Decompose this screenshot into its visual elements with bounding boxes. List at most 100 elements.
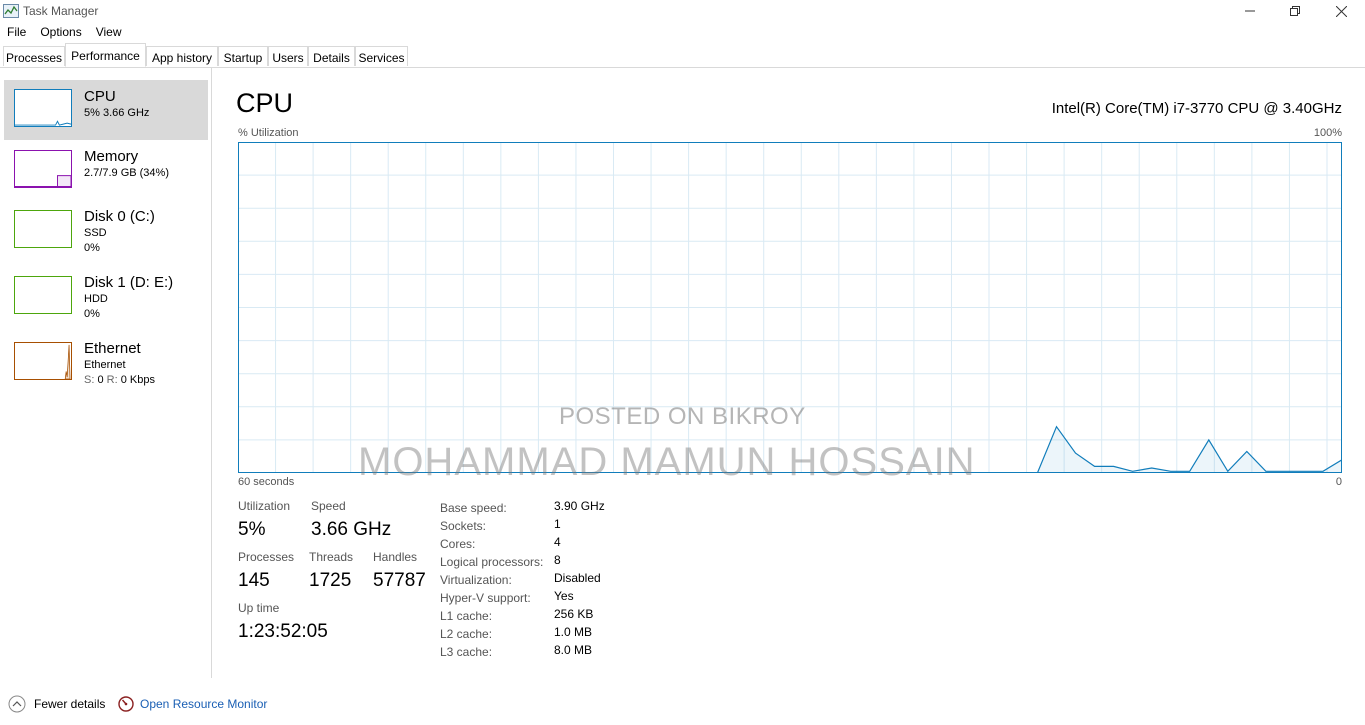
sidebar-item-disk1[interactable]: Disk 1 (D: E:) HDD 0% [4, 266, 208, 326]
window-title: Task Manager [23, 4, 99, 18]
sidebar-cpu-usage: 5% 3.66 GHz [84, 107, 150, 119]
task-manager-icon [3, 4, 19, 18]
sidebar-disk0-type: SSD [84, 227, 107, 239]
speed-label: Speed [311, 499, 346, 513]
y-axis-label: % Utilization [238, 127, 299, 139]
minimize-icon [1245, 10, 1255, 12]
resource-monitor-icon [118, 696, 134, 712]
close-button[interactable] [1318, 0, 1364, 22]
tab-details[interactable]: Details [308, 46, 355, 66]
cpu-model-name: Intel(R) Core(TM) i7-3770 CPU @ 3.40GHz [1051, 100, 1342, 117]
spec-value: 8.0 MB [554, 643, 593, 657]
spec-row: Hyper-V support: Yes [440, 589, 640, 607]
threads-value: 1725 [309, 570, 352, 591]
spec-label: Virtualization: [440, 573, 512, 587]
tab-users[interactable]: Users [268, 46, 308, 66]
minimize-button[interactable] [1227, 0, 1273, 22]
spec-row: Cores: 4 [440, 535, 640, 553]
spec-value: Yes [554, 589, 574, 603]
menu-view[interactable]: View [89, 22, 129, 42]
spec-label: Base speed: [440, 501, 507, 515]
uptime-label: Up time [238, 601, 280, 615]
disk0-thumbnail-graph [14, 210, 72, 248]
tab-app-history[interactable]: App history [146, 46, 218, 66]
processes-value: 145 [238, 570, 270, 591]
menu-bar: File Options View [0, 22, 1365, 42]
spec-value: 4 [554, 535, 561, 549]
sidebar-item-cpu[interactable]: CPU 5% 3.66 GHz [4, 80, 208, 140]
spec-row: L1 cache: 256 KB [440, 607, 640, 625]
cpu-specs: Base speed: 3.90 GHz Sockets: 1 Cores: 4 Lo… [440, 499, 640, 661]
fewer-details-button[interactable]: Fewer details [8, 695, 105, 713]
spec-row: L2 cache: 1.0 MB [440, 625, 640, 643]
memory-thumbnail-graph [14, 150, 72, 188]
x-axis-label: 60 seconds [238, 476, 295, 488]
send-value: 0 [97, 374, 104, 386]
sidebar-disk1-title: Disk 1 (D: E:) [84, 274, 174, 291]
sidebar-item-disk0[interactable]: Disk 0 (C:) SSD 0% [4, 200, 208, 260]
handles-value: 57787 [373, 570, 426, 591]
tab-startup[interactable]: Startup [218, 46, 268, 66]
watermark-line2: MOHAMMAD MAMUN HOSSAIN [358, 440, 976, 484]
cpu-thumbnail-graph [14, 89, 72, 127]
spec-value: 1 [554, 517, 561, 531]
tab-processes[interactable]: Processes [3, 46, 65, 66]
tab-performance[interactable]: Performance [65, 43, 146, 67]
sidebar-memory-usage: 2.7/7.9 GB (34%) [84, 167, 169, 179]
open-resource-monitor-label: Open Resource Monitor [140, 697, 268, 711]
sidebar-item-memory[interactable]: Memory 2.7/7.9 GB (34%) [4, 140, 208, 200]
receive-label: R: [106, 374, 118, 386]
disk1-thumbnail-graph [14, 276, 72, 314]
tab-services[interactable]: Services [355, 46, 408, 66]
spec-label: L1 cache: [440, 609, 493, 623]
spec-row: Virtualization: Disabled [440, 571, 640, 589]
utilization-label: Utilization [238, 499, 291, 513]
sidebar-cpu-title: CPU [84, 88, 116, 105]
spec-label: L2 cache: [440, 627, 493, 641]
sidebar-disk0-usage: 0% [84, 242, 100, 254]
close-icon [1335, 5, 1347, 17]
spec-label: Logical processors: [440, 555, 544, 569]
sidebar-memory-title: Memory [84, 148, 139, 165]
speed-value: 3.66 GHz [311, 519, 392, 540]
resource-sidebar: CPU 5% 3.66 GHz Memory 2.7/7.9 GB (34%) … [0, 68, 212, 678]
spec-label: L3 cache: [440, 645, 493, 659]
sidebar-disk1-type: HDD [84, 293, 108, 305]
sidebar-disk0-title: Disk 0 (C:) [84, 208, 155, 225]
threads-label: Threads [309, 550, 354, 564]
spec-label: Hyper-V support: [440, 591, 531, 605]
tab-bar: Processes Performance App history Startu… [0, 43, 1365, 68]
watermark-line1: POSTED ON BIKROY [559, 403, 806, 430]
fewer-details-label: Fewer details [34, 697, 106, 711]
spec-value: 1.0 MB [554, 625, 593, 639]
send-label: S: [84, 374, 95, 386]
spec-label: Cores: [440, 537, 476, 551]
spec-row: Base speed: 3.90 GHz [440, 499, 640, 517]
restore-button[interactable] [1272, 0, 1318, 22]
y-axis-min: 0 [1335, 476, 1342, 488]
spec-value: Disabled [554, 571, 601, 585]
ethernet-thumbnail-graph [14, 342, 72, 380]
handles-label: Handles [373, 550, 418, 564]
menu-file[interactable]: File [0, 22, 33, 42]
spec-row: Logical processors: 8 [440, 553, 640, 571]
sidebar-ethernet-throughput: S: 0 R: 0 Kbps [84, 374, 155, 386]
spec-row: Sockets: 1 [440, 517, 640, 535]
utilization-value: 5% [238, 519, 266, 540]
page-title: CPU [236, 88, 294, 118]
open-resource-monitor-link[interactable]: Open Resource Monitor [118, 695, 267, 713]
sidebar-ethernet-title: Ethernet [84, 340, 141, 357]
receive-value: 0 Kbps [120, 374, 155, 386]
sidebar-ethernet-name: Ethernet [84, 359, 126, 371]
spec-value: 8 [554, 553, 561, 567]
menu-options[interactable]: Options [33, 22, 88, 42]
spec-label: Sockets: [440, 519, 487, 533]
spec-value: 3.90 GHz [554, 499, 605, 513]
title-bar: Task Manager [0, 0, 1365, 22]
sidebar-item-ethernet[interactable]: Ethernet Ethernet S: 0 R: 0 Kbps [4, 332, 208, 392]
sidebar-disk1-usage: 0% [84, 308, 100, 320]
restore-icon [1290, 6, 1300, 16]
processes-label: Processes [238, 550, 295, 564]
chevron-up-icon [8, 695, 26, 713]
spec-row: L3 cache: 8.0 MB [440, 643, 640, 661]
